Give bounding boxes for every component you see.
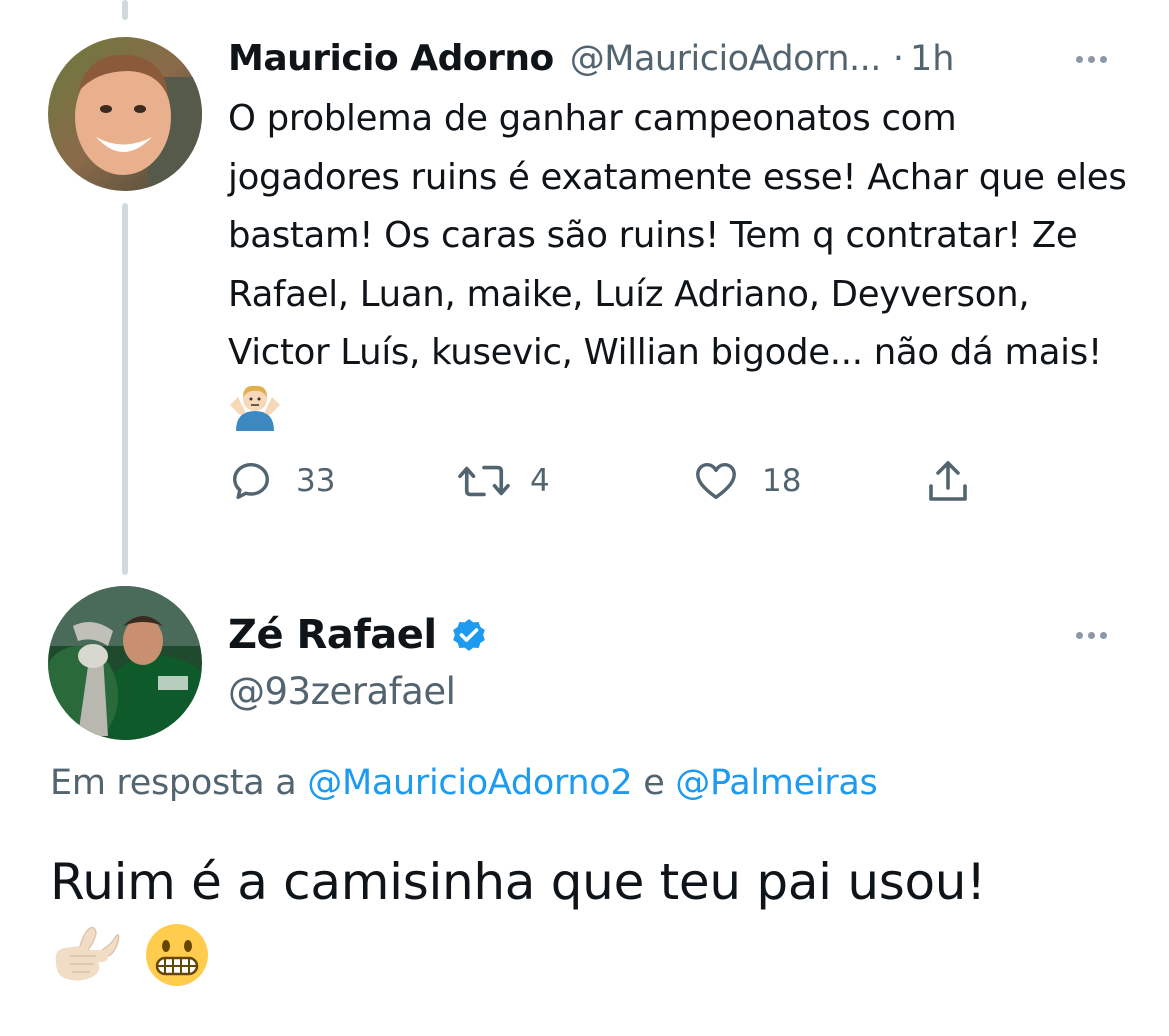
heart-icon xyxy=(696,462,736,500)
reply-action[interactable]: 33 xyxy=(228,458,335,504)
reply-to-line: Em resposta a @MauricioAdorno2 e @Palmei… xyxy=(50,763,878,803)
like-count: 18 xyxy=(762,463,802,499)
verified-badge-icon xyxy=(452,619,485,651)
avatar-mauricio[interactable] xyxy=(48,37,202,191)
tweet2-header: Zé Rafael xyxy=(228,612,489,658)
retweet-count: 4 xyxy=(530,463,550,499)
retweet-action[interactable]: 4 xyxy=(454,458,550,504)
separator-dot: · xyxy=(892,38,905,79)
thread-line-top xyxy=(122,0,128,20)
retweet-icon xyxy=(458,465,510,497)
like-action[interactable]: 18 xyxy=(692,458,801,504)
author-handle[interactable]: @93zerafael xyxy=(228,670,456,713)
more-options-icon[interactable] xyxy=(1076,632,1107,639)
man-shrugging-emoji xyxy=(228,383,282,450)
tweet-time[interactable]: 1h xyxy=(910,39,954,79)
call-me-hand-emoji xyxy=(50,922,120,1011)
author-name[interactable]: Mauricio Adorno xyxy=(228,38,554,79)
tweet-text: Ruim é a camisinha que teu pai usou! xyxy=(50,853,986,911)
thread-line xyxy=(122,203,128,575)
mention-mauricioadorno2[interactable]: @MauricioAdorno2 xyxy=(307,763,632,803)
reply-count: 33 xyxy=(296,463,336,499)
grimacing-face-emoji xyxy=(144,922,210,1011)
share-action[interactable] xyxy=(924,458,972,506)
more-options-icon[interactable] xyxy=(1076,56,1107,63)
share-icon xyxy=(929,461,967,501)
author-handle[interactable]: @MauricioAdorn... xyxy=(570,39,882,79)
tweet1-actions: 33 4 18 xyxy=(228,458,988,514)
tweet1-header: Mauricio Adorno @MauricioAdorn... · 1h xyxy=(228,38,954,79)
reply-to-joiner: e xyxy=(632,763,676,803)
reply-to-prefix: Em resposta a xyxy=(50,763,308,803)
tweet2-handle-row: @93zerafael xyxy=(228,670,456,713)
mention-palmeiras[interactable]: @Palmeiras xyxy=(675,763,877,803)
tweet2-text-block: Ruim é a camisinha que teu pai usou! xyxy=(50,842,1140,1011)
tweet-text: O problema de ganhar campeonatos com jog… xyxy=(228,98,1127,373)
tweet-emojis xyxy=(50,922,1140,1011)
avatar-ze-rafael[interactable] xyxy=(48,586,202,740)
tweet1-text-block: O problema de ganhar campeonatos com jog… xyxy=(228,90,1128,449)
reply-icon xyxy=(232,462,270,500)
author-name[interactable]: Zé Rafael xyxy=(228,612,437,658)
